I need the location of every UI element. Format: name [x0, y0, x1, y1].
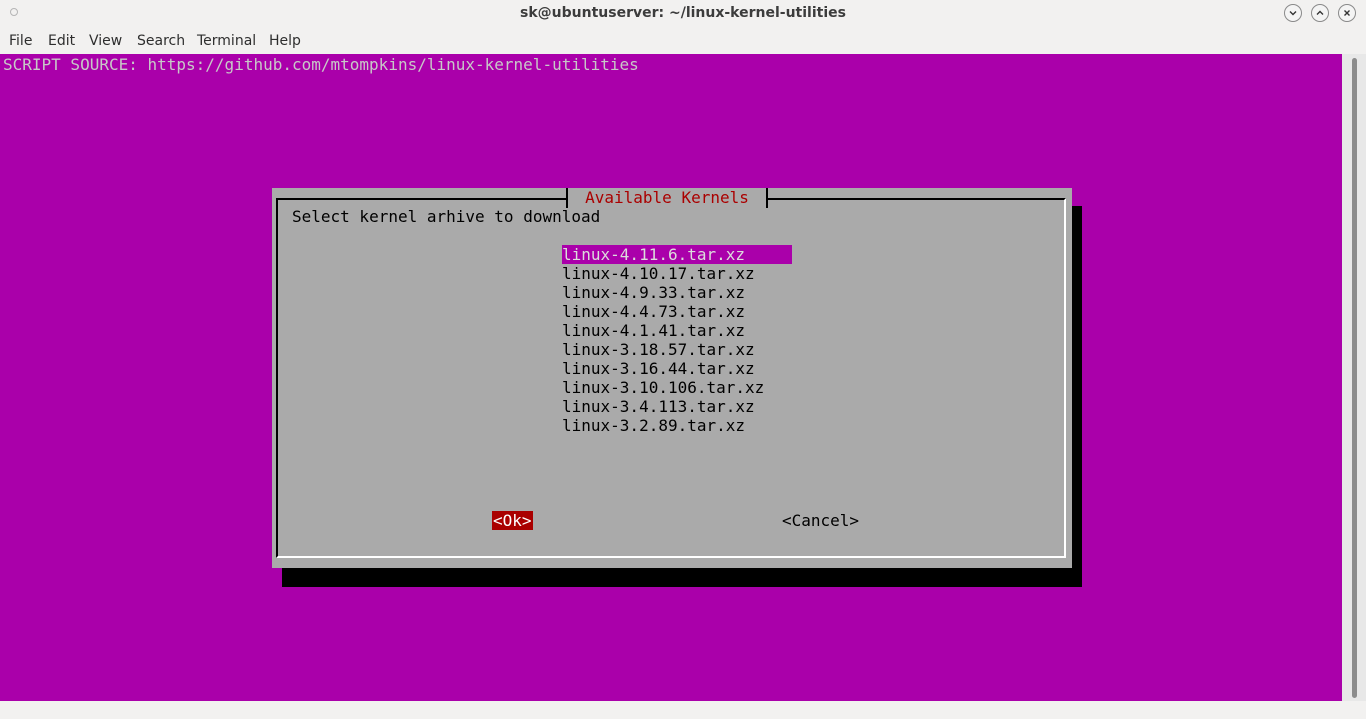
kernel-item[interactable]: linux-4.10.17.tar.xz — [562, 264, 792, 283]
kernel-dialog: Available Kernels Select kernel arhive t… — [272, 188, 1072, 568]
kernel-item[interactable]: linux-3.16.44.tar.xz — [562, 359, 792, 378]
kernel-item[interactable]: linux-4.11.6.tar.xz — [562, 245, 792, 264]
menu-file[interactable]: File — [9, 33, 32, 49]
minimize-icon — [1289, 11, 1297, 16]
menu-terminal[interactable]: Terminal — [197, 33, 256, 49]
close-icon — [1344, 10, 1350, 16]
maximize-button[interactable] — [1311, 4, 1329, 22]
scrollbar-thumb[interactable] — [1352, 58, 1357, 698]
window-title: sk@ubuntuserver: ~/linux-kernel-utilitie… — [520, 5, 846, 21]
kernel-list: linux-4.11.6.tar.xz linux-4.10.17.tar.xz… — [562, 245, 792, 435]
script-source-line: SCRIPT SOURCE: https://github.com/mtompk… — [3, 55, 639, 74]
cancel-button[interactable]: <Cancel> — [782, 511, 859, 530]
menu-help[interactable]: Help — [269, 33, 301, 49]
kernel-item[interactable]: linux-4.4.73.tar.xz — [562, 302, 792, 321]
dialog-title: Available Kernels — [566, 188, 768, 208]
menu-view[interactable]: View — [89, 33, 122, 49]
kernel-item[interactable]: linux-3.2.89.tar.xz — [562, 416, 792, 435]
dialog-prompt: Select kernel arhive to download — [292, 207, 601, 226]
ok-button[interactable]: <Ok> — [492, 511, 533, 530]
terminal-scrollbar[interactable] — [1342, 54, 1366, 701]
kernel-item[interactable]: linux-3.10.106.tar.xz — [562, 378, 792, 397]
menu-search[interactable]: Search — [137, 33, 185, 49]
title-bar: sk@ubuntuserver: ~/linux-kernel-utilitie… — [0, 0, 1366, 28]
close-button[interactable] — [1338, 4, 1356, 22]
window-bottom-edge — [0, 701, 1366, 719]
menu-bar: File Edit View Search Terminal Help — [0, 28, 1366, 54]
kernel-item[interactable]: linux-4.9.33.tar.xz — [562, 283, 792, 302]
menu-edit[interactable]: Edit — [48, 33, 75, 49]
kernel-item[interactable]: linux-3.18.57.tar.xz — [562, 340, 792, 359]
kernel-item[interactable]: linux-4.1.41.tar.xz — [562, 321, 792, 340]
kernel-item[interactable]: linux-3.4.113.tar.xz — [562, 397, 792, 416]
minimize-button[interactable] — [1284, 4, 1302, 22]
terminal-area[interactable]: SCRIPT SOURCE: https://github.com/mtompk… — [0, 54, 1342, 701]
maximize-icon — [1316, 10, 1324, 15]
